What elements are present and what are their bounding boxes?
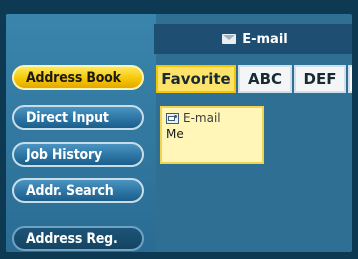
sidebar-item-address-book[interactable]: Address Book	[12, 65, 144, 90]
sidebar-item-addr-search[interactable]: Addr. Search	[12, 178, 144, 203]
sidebar-item-label: Direct Input	[26, 109, 109, 126]
header-bar: E-mail	[154, 24, 352, 54]
tab-label: DEF	[303, 70, 337, 88]
tab-favorite[interactable]: Favorite	[156, 65, 236, 93]
list-item-me[interactable]: Me	[166, 126, 258, 142]
address-reg-button[interactable]: Address Reg.	[12, 226, 144, 251]
list-item-email[interactable]: E-mail	[166, 110, 258, 126]
tab-abc[interactable]: ABC	[238, 65, 292, 93]
email-address-panel: E-mail Address Book Direct Input Job His…	[6, 14, 352, 252]
sidebar-item-label: Address Book	[26, 69, 121, 86]
address-list: E-mail Me	[160, 106, 264, 164]
sidebar	[6, 14, 156, 252]
email-entry-icon	[166, 112, 179, 124]
index-tabs: Favorite ABC DEF G	[156, 65, 352, 95]
tab-label: ABC	[247, 70, 283, 88]
tab-g[interactable]: G	[348, 65, 352, 93]
sidebar-item-label: Addr. Search	[26, 182, 114, 199]
list-item-label: E-mail	[183, 111, 221, 125]
sidebar-item-label: Address Reg.	[26, 230, 118, 247]
list-item-label: Me	[166, 127, 184, 141]
tab-label: Favorite	[161, 70, 231, 88]
sidebar-item-job-history[interactable]: Job History	[12, 142, 144, 167]
tab-def[interactable]: DEF	[294, 65, 346, 93]
mail-icon	[222, 34, 237, 44]
sidebar-item-direct-input[interactable]: Direct Input	[12, 105, 144, 130]
header-title: E-mail	[242, 31, 288, 47]
sidebar-item-label: Job History	[26, 146, 102, 163]
